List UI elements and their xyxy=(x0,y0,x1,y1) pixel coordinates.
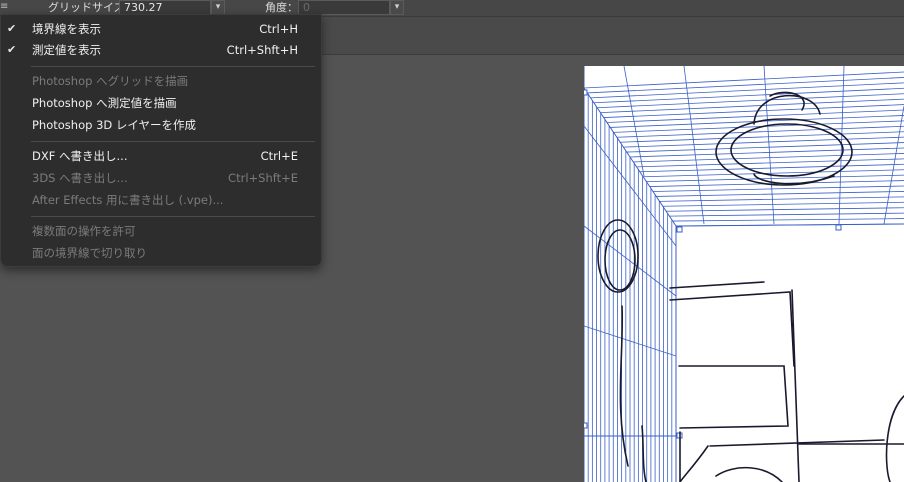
menu-item-export-3ds: 3DS へ書き出し... Ctrl+Shft+E xyxy=(1,168,321,188)
menu-item-label: Photoshop へグリッドを描画 xyxy=(32,74,189,88)
perspective-grid-artwork xyxy=(584,66,904,482)
menu-item-label: 3DS へ書き出し... xyxy=(32,171,128,185)
grid-size-dropdown[interactable]: ▾ xyxy=(211,0,225,15)
menu-item-show-bounds[interactable]: ✔ 境界線を表示 Ctrl+H xyxy=(1,19,321,39)
menu-item-render-measurements-photoshop[interactable]: Photoshop へ測定値を描画 xyxy=(1,93,321,113)
menu-item-label: DXF へ書き出し... xyxy=(32,149,128,163)
grid-line xyxy=(600,98,904,114)
grid-line xyxy=(669,212,904,217)
grid-line xyxy=(620,131,904,143)
hamburger-icon[interactable]: ≡ xyxy=(0,1,10,13)
menu-item-shortcut: Ctrl+E xyxy=(260,149,298,163)
grid-line xyxy=(623,136,904,148)
angle-dropdown[interactable]: ▾ xyxy=(390,0,404,15)
menu-item-shortcut: Ctrl+Shft+H xyxy=(226,43,298,57)
grid-line xyxy=(659,196,904,202)
menu-item-allow-multiple-planes: 複数面の操作を許可 xyxy=(1,221,321,241)
menu-separator xyxy=(31,216,315,217)
menu-item-label: After Effects 用に書き出し (.vpe)... xyxy=(32,193,224,207)
check-icon: ✔ xyxy=(7,22,17,35)
menu-item-shortcut: Ctrl+H xyxy=(259,22,298,36)
menu-item-label: 面の境界線で切り取り xyxy=(32,246,147,260)
grid-line xyxy=(616,125,904,138)
perspective-options-menu: ✔ 境界線を表示 Ctrl+H ✔ 測定値を表示 Ctrl+Shft+H Pho… xyxy=(0,14,322,267)
menu-item-label: 測定値を表示 xyxy=(32,43,101,57)
menu-item-show-measurements[interactable]: ✔ 測定値を表示 Ctrl+Shft+H xyxy=(1,40,321,60)
grid-line xyxy=(626,142,904,153)
grid-line xyxy=(633,153,904,163)
menu-item-shortcut: Ctrl+Shft+E xyxy=(228,171,298,185)
grid-line xyxy=(613,120,904,133)
menu-item-export-after-effects: After Effects 用に書き出し (.vpe)... xyxy=(1,190,321,210)
grid-line xyxy=(652,185,904,192)
menu-item-create-3d-layer[interactable]: Photoshop 3D レイヤーを作成 xyxy=(1,115,321,135)
menu-item-export-dxf[interactable]: DXF へ書き出し... Ctrl+E xyxy=(1,146,321,166)
menu-item-label: 境界線を表示 xyxy=(32,22,101,36)
grid-size-input[interactable]: 730.27 xyxy=(119,0,211,15)
menu-item-label: Photoshop へ測定値を描画 xyxy=(32,96,177,110)
grid-line xyxy=(672,218,904,222)
grid-line xyxy=(629,147,904,158)
grid-line xyxy=(603,104,904,118)
angle-input[interactable]: 0 xyxy=(298,0,390,15)
menu-item-label: 複数面の操作を許可 xyxy=(32,224,136,238)
menu-separator xyxy=(31,141,315,142)
check-icon: ✔ xyxy=(7,43,17,56)
menu-separator xyxy=(31,66,315,67)
menu-item-clip-to-plane: 面の境界線で切り取り xyxy=(1,243,321,263)
menu-item-label: Photoshop 3D レイヤーを作成 xyxy=(32,118,197,132)
menu-item-render-grid-photoshop: Photoshop へグリッドを描画 xyxy=(1,71,321,91)
document-canvas[interactable] xyxy=(584,66,904,482)
grid-line xyxy=(662,201,904,207)
grid-line xyxy=(656,191,904,197)
